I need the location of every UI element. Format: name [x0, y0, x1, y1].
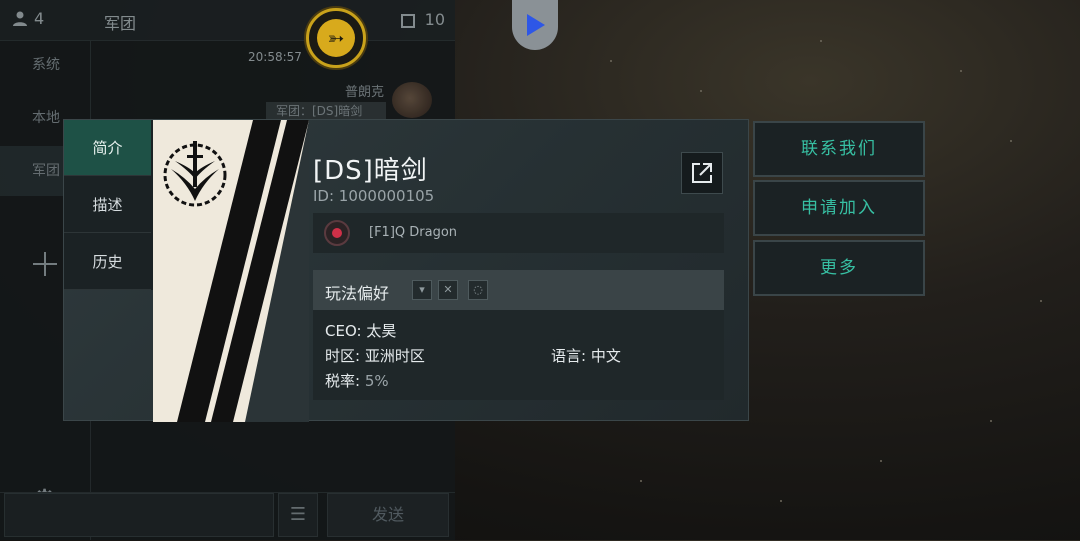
apply-join-button[interactable]: 申请加入	[753, 180, 925, 236]
menu-button[interactable]: ☰	[278, 493, 318, 537]
channel-title: 军团	[104, 14, 137, 33]
window-icon	[400, 14, 415, 28]
chat-input-bar: ☰ 发送	[0, 492, 455, 541]
ceo-value: 太昊	[366, 322, 397, 340]
contact-us-button[interactable]: 联系我们	[753, 121, 925, 177]
playstyle-label: 玩法偏好	[325, 284, 390, 303]
timezone-line: 时区: 亚洲时区	[325, 345, 425, 366]
alliance-row[interactable]: [F1]Q Dragon	[313, 213, 724, 253]
message-timestamp: 20:58:57	[248, 50, 302, 64]
unread-count-value: 10	[424, 10, 445, 29]
message-sender: 普朗克	[345, 85, 385, 100]
add-channel-icon[interactable]	[33, 252, 57, 276]
unread-count[interactable]: 10	[400, 10, 445, 29]
tab-description[interactable]: 描述	[64, 177, 151, 233]
tab-intro[interactable]: 简介	[64, 120, 151, 176]
corp-info-dialog: 简介 描述 历史 [DS]暗剑 ID: 1000000105 [F1]Q Dra…	[63, 119, 749, 422]
chat-header: 4 军团 10	[0, 0, 455, 41]
target-icon[interactable]: ◌	[468, 280, 488, 300]
alliance-name: [F1]Q Dragon	[369, 225, 458, 240]
chat-input[interactable]	[4, 493, 274, 537]
person-icon	[13, 11, 27, 26]
drone-icon: ➳	[317, 19, 355, 57]
language-line: 语言: 中文	[551, 345, 621, 366]
corp-details: CEO: 太昊 时区: 亚洲时区 语言: 中文 税率: 5%	[313, 310, 724, 400]
external-link-icon	[692, 163, 712, 183]
shield-icon[interactable]: ▾	[412, 280, 432, 300]
drone-hud-button[interactable]: ➳	[306, 8, 366, 68]
member-count-value: 4	[34, 9, 45, 28]
send-button[interactable]: 发送	[327, 493, 449, 537]
playstyle-row: 玩法偏好 ▾ ✕ ◌	[313, 270, 724, 310]
avatar[interactable]	[392, 82, 432, 118]
language-value: 中文	[590, 347, 621, 365]
tax-label: 税率:	[325, 372, 365, 390]
channel-system[interactable]: 系统	[0, 40, 90, 90]
member-count[interactable]: 4	[12, 9, 44, 28]
timezone-label: 时区:	[325, 347, 365, 365]
corp-name: [DS]暗剑	[313, 156, 428, 186]
tax-line: 税率: 5%	[325, 370, 389, 391]
play-icon[interactable]	[512, 0, 558, 50]
corp-emblem	[153, 120, 309, 422]
ceo-label: CEO:	[325, 322, 367, 340]
tax-value: 5%	[364, 372, 389, 390]
corp-id: ID: 1000000105	[313, 187, 435, 205]
tab-history[interactable]: 历史	[64, 234, 151, 290]
timezone-value: 亚洲时区	[364, 347, 425, 365]
message-bubble[interactable]: 军团：[DS]暗剑	[266, 102, 386, 120]
alliance-logo-icon	[324, 220, 350, 246]
crossed-swords-icon[interactable]: ✕	[438, 280, 458, 300]
share-button[interactable]	[681, 152, 723, 194]
ceo-line: CEO: 太昊	[325, 320, 396, 341]
emblem-graphic	[153, 120, 309, 422]
more-button[interactable]: 更多	[753, 240, 925, 296]
corp-tabs: 简介 描述 历史	[64, 120, 153, 290]
language-label: 语言:	[551, 347, 591, 365]
